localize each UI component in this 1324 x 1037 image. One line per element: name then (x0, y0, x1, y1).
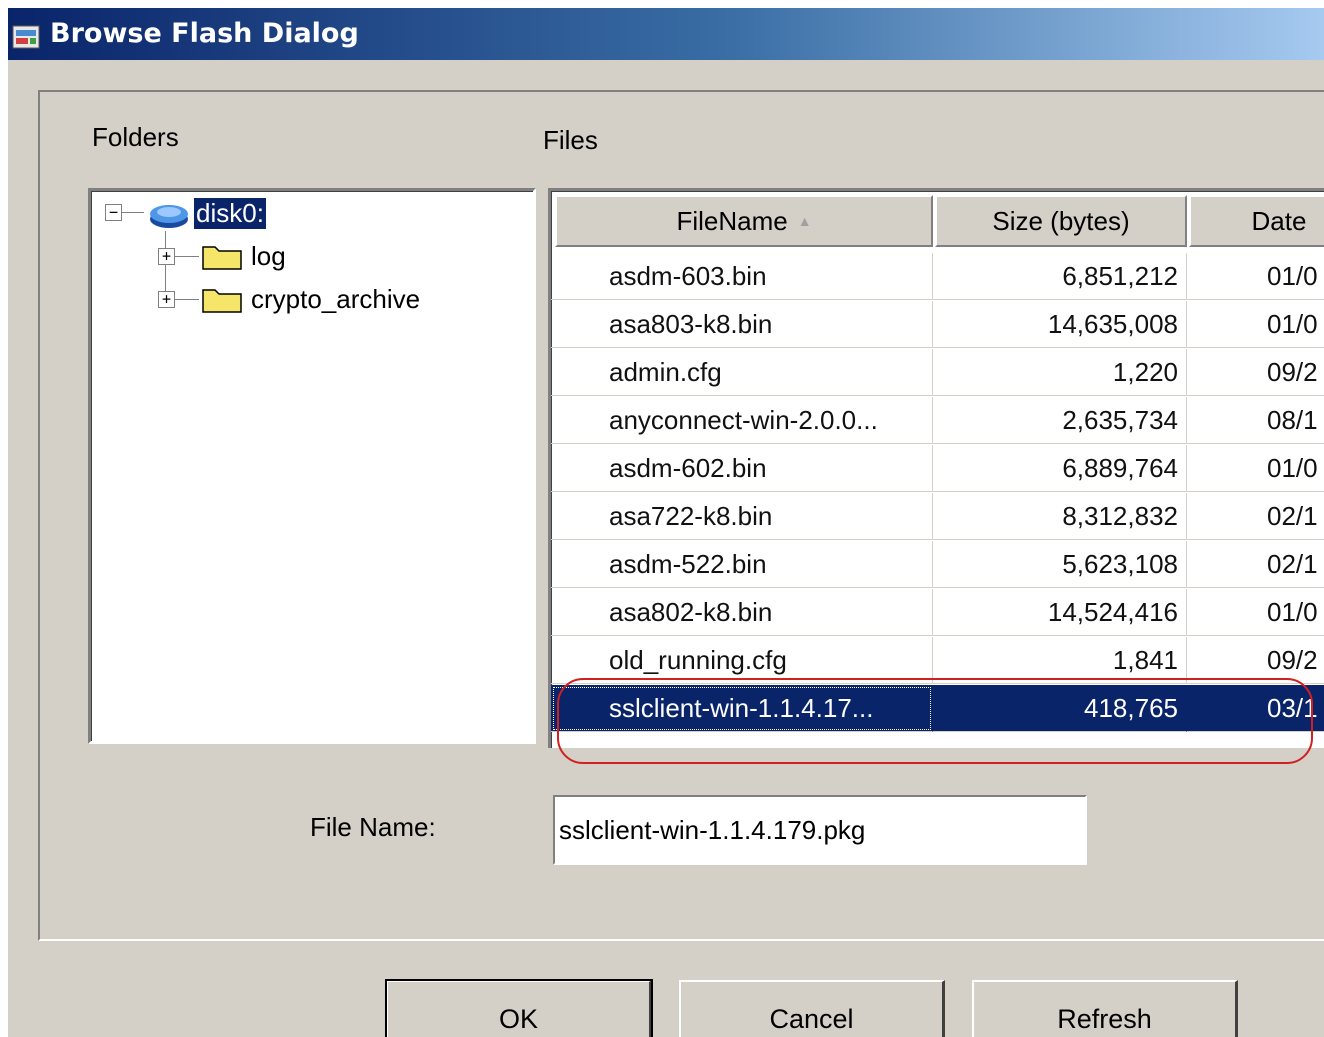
table-row[interactable]: asdm-602.bin 6,889,764 01/0 (551, 445, 1324, 493)
cell-size: 5,623,108 (933, 541, 1187, 588)
cell-date: 08/1 (1187, 397, 1324, 444)
table-row[interactable]: old_running.cfg 1,841 09/2 (551, 637, 1324, 685)
cell-filename: asdm-603.bin (551, 253, 933, 300)
cell-size: 418,765 (933, 685, 1187, 732)
tree-node-crypto-archive[interactable]: crypto_archive (251, 284, 420, 315)
collapse-icon[interactable]: − (105, 204, 122, 221)
tree-node-log[interactable]: log (251, 241, 286, 272)
column-header-filename-label: FileName (676, 205, 788, 236)
cell-size: 1,841 (933, 637, 1187, 684)
cell-size: 1,220 (933, 349, 1187, 396)
refresh-button[interactable]: Refresh (972, 980, 1238, 1037)
app-icon (12, 25, 40, 49)
cell-filename: sslclient-win-1.1.4.17... (551, 685, 933, 732)
table-row[interactable]: asa802-k8.bin 14,524,416 01/0 (551, 589, 1324, 637)
cell-filename: old_running.cfg (551, 637, 933, 684)
table-row-selected[interactable]: sslclient-win-1.1.4.17... 418,765 03/1 (551, 685, 1324, 733)
cell-size: 6,889,764 (933, 445, 1187, 492)
folder-tree[interactable]: − disk0: + log + crypto_archive (88, 188, 536, 744)
table-row[interactable]: admin.cfg 1,220 09/2 (551, 349, 1324, 397)
column-header-date[interactable]: Date (1189, 195, 1324, 247)
cell-date: 01/0 (1187, 445, 1324, 492)
table-row[interactable]: asdm-522.bin 5,623,108 02/1 (551, 541, 1324, 589)
cell-date: 01/0 (1187, 589, 1324, 636)
cell-filename: anyconnect-win-2.0.0... (551, 397, 933, 444)
disk-icon (150, 205, 188, 228)
files-table[interactable]: FileName ▲ Size (bytes) Date asdm-603.bi… (548, 188, 1324, 748)
cell-date: 09/2 (1187, 637, 1324, 684)
expand-icon[interactable]: + (158, 291, 175, 308)
window-title: Browse Flash Dialog (50, 18, 359, 49)
cell-size: 8,312,832 (933, 493, 1187, 540)
folders-label: Folders (92, 122, 179, 152)
cell-size: 14,635,008 (933, 301, 1187, 348)
tree-node-disk0[interactable]: disk0: (194, 198, 266, 229)
folder-icon (202, 246, 242, 270)
column-header-filename[interactable]: FileName ▲ (555, 195, 933, 247)
table-row[interactable]: anyconnect-win-2.0.0... 2,635,734 08/1 (551, 397, 1324, 445)
table-row[interactable]: asa803-k8.bin 14,635,008 01/0 (551, 301, 1324, 349)
cell-filename: asdm-522.bin (551, 541, 933, 588)
column-header-size[interactable]: Size (bytes) (935, 195, 1187, 247)
folder-icon (202, 289, 242, 313)
cell-date: 03/1 (1187, 685, 1324, 732)
cell-date: 02/1 (1187, 541, 1324, 588)
cell-size: 14,524,416 (933, 589, 1187, 636)
cell-size: 6,851,212 (933, 253, 1187, 300)
browse-flash-dialog: Browse Flash Dialog Folders Files − disk… (8, 8, 1324, 1037)
table-row[interactable]: asa722-k8.bin 8,312,832 02/1 (551, 493, 1324, 541)
cell-date: 09/2 (1187, 349, 1324, 396)
table-row[interactable]: asdm-603.bin 6,851,212 01/0 (551, 253, 1324, 301)
cell-filename: asdm-602.bin (551, 445, 933, 492)
cell-date: 01/0 (1187, 253, 1324, 300)
cell-filename: asa803-k8.bin (551, 301, 933, 348)
cell-size: 2,635,734 (933, 397, 1187, 444)
expand-icon[interactable]: + (158, 248, 175, 265)
cell-date: 02/1 (1187, 493, 1324, 540)
cell-filename: admin.cfg (551, 349, 933, 396)
ok-button[interactable]: OK (385, 979, 653, 1037)
cell-filename: asa722-k8.bin (551, 493, 933, 540)
cell-filename: asa802-k8.bin (551, 589, 933, 636)
files-label: Files (543, 125, 598, 155)
file-name-input[interactable] (553, 795, 1087, 865)
title-bar[interactable]: Browse Flash Dialog (8, 8, 1324, 60)
file-name-label: File Name: (310, 812, 436, 842)
cell-date: 01/0 (1187, 301, 1324, 348)
cancel-button[interactable]: Cancel (679, 980, 945, 1037)
sort-ascending-icon: ▲ (797, 213, 812, 229)
